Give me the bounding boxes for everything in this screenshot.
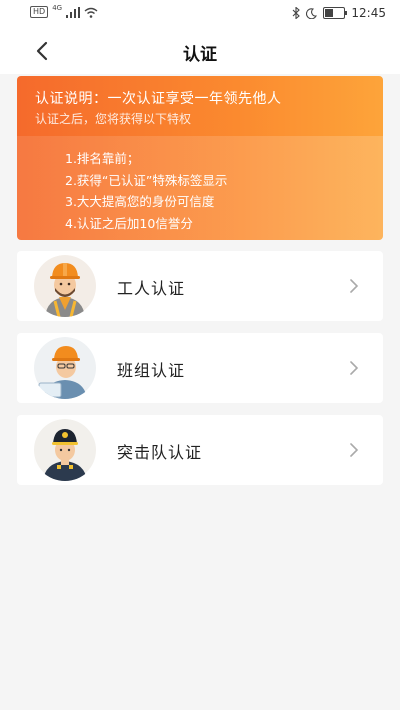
commando-certification-label: 突击队认证 [117, 443, 203, 462]
status-left-group: HD 4G [30, 4, 98, 18]
hd-icon: HD [30, 6, 49, 18]
page-title: 认证 [183, 45, 217, 65]
info-card-header: 认证说明：一次认证享受一年领先他人 认证之后，您将获得以下特权 [17, 76, 383, 136]
privilege-item: 2.获得“已认证”特殊标签显示 [65, 172, 228, 188]
worker-certification-label: 工人认证 [117, 279, 186, 298]
privilege-item: 1.排名靠前； [65, 151, 140, 166]
info-card-title: 认证说明：一次认证享受一年领先他人 [35, 91, 282, 107]
chevron-right-icon [350, 279, 359, 293]
chevron-right-icon [350, 361, 359, 375]
signal-icon [66, 6, 81, 18]
worker-avatar [33, 255, 97, 317]
status-bar: HD 4G 12:45 [0, 0, 400, 28]
privilege-item: 3.大大提高您的身份可信度 [65, 194, 215, 209]
privileges-list: 1.排名靠前； 2.获得“已认证”特殊标签显示 3.大大提高您的身份可信度 4.… [65, 148, 227, 234]
network-type-label: 4G [52, 4, 63, 12]
team-leader-avatar [33, 337, 97, 399]
certification-info-card: 认证说明：一次认证享受一年领先他人 认证之后，您将获得以下特权 1.排名靠前； … [17, 76, 383, 240]
team-certification-item[interactable]: 班组认证 [17, 333, 383, 403]
privilege-item: 4.认证之后加10信誉分 [65, 215, 193, 231]
chevron-right-icon [350, 443, 359, 457]
worker-certification-item[interactable]: 工人认证 [17, 251, 383, 321]
wifi-icon [84, 7, 98, 18]
team-certification-label: 班组认证 [117, 361, 186, 380]
battery-level-fill [325, 9, 333, 17]
status-right-group: 12:45 [292, 6, 386, 20]
moon-icon [306, 7, 318, 19]
privileges-panel: 1.排名靠前； 2.获得“已认证”特殊标签显示 3.大大提高您的身份可信度 4.… [17, 136, 383, 240]
battery-icon [323, 7, 348, 19]
bluetooth-icon [293, 7, 301, 19]
nav-bar: 认证 [0, 28, 400, 74]
commando-avatar [33, 419, 97, 481]
info-card-subtitle: 认证之后，您将获得以下特权 [35, 112, 192, 126]
clock-time: 12:45 [351, 6, 386, 20]
commando-certification-item[interactable]: 突击队认证 [17, 415, 383, 485]
